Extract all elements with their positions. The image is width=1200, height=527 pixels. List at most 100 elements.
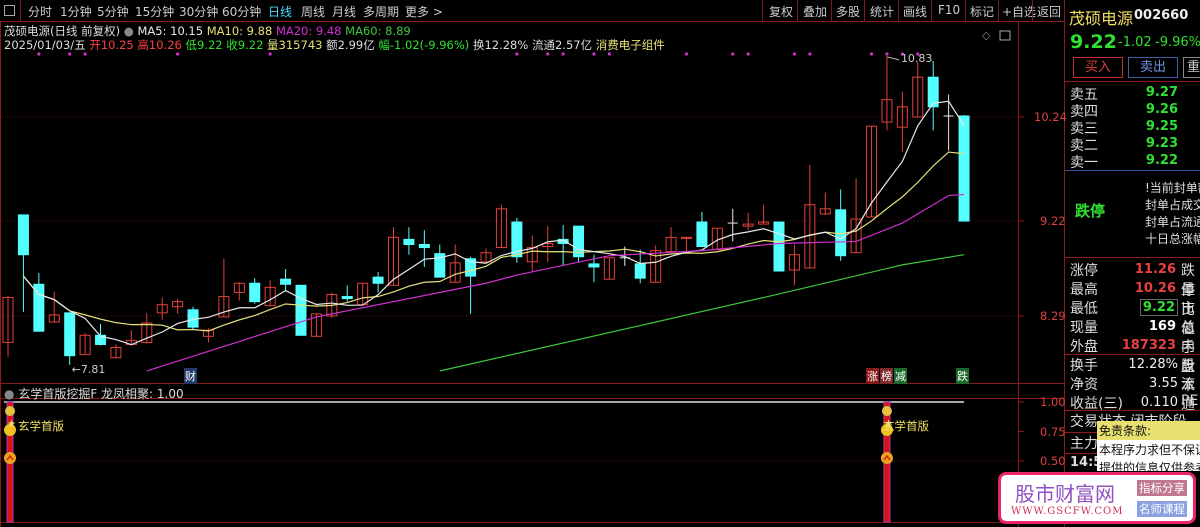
indicator-share-link[interactable]: 指标分享 <box>1137 480 1187 496</box>
price-chart[interactable]: ←7.8110.83★ ★◇ <box>0 0 1065 527</box>
stat-label: 换手 <box>1070 358 1098 374</box>
watermark-name: 股市财富网 <box>1015 482 1115 506</box>
stat-value: 12.28% <box>1128 357 1178 372</box>
limit-down-tag[interactable]: 跌 <box>956 368 969 384</box>
stat-label-right: PE <box>1181 393 1199 409</box>
main-force: 主力 <box>1070 436 1098 452</box>
ask-price[interactable]: 9.27 <box>1095 85 1178 100</box>
signal-dot <box>869 52 874 56</box>
axis-label: 9.22 <box>1040 214 1066 228</box>
ask-price[interactable]: 9.25 <box>1095 119 1178 134</box>
tooltip-line: 本程序力求但不保证 <box>1099 443 1200 457</box>
ask-label: 卖一 <box>1070 155 1098 171</box>
candle-body <box>17 214 29 256</box>
signal-dot <box>515 52 519 56</box>
candle-body <box>64 312 76 357</box>
signal-label: 玄学首版 <box>883 419 929 433</box>
price-change: -1.02 <box>1118 35 1152 50</box>
stat-value: 3.55 <box>1149 376 1178 391</box>
axis-label: 8.29 <box>1040 309 1066 323</box>
up-chevron-icon <box>880 452 893 464</box>
axis-label: 1.00 <box>1040 395 1066 409</box>
signal-dot <box>37 52 41 56</box>
indicator-name[interactable]: 玄学首版挖掘F <box>18 387 97 401</box>
star-icon: ★ <box>7 419 16 430</box>
limit-status: 跌停 <box>1075 202 1106 220</box>
signal-dot <box>268 52 272 56</box>
stock-code: 002660 <box>1134 8 1189 23</box>
watermark-banner[interactable]: 股市财富网 WWW.GSCFW.COM 指标分享 名师课程 <box>998 472 1196 524</box>
ma5-line <box>22 100 965 346</box>
stat-label: 最高 <box>1070 282 1098 298</box>
stat-label: 最低 <box>1070 301 1098 317</box>
tooltip-line: 提供的信息仅供参考 <box>1099 461 1200 471</box>
candle-body <box>418 244 430 249</box>
disclaimer-tooltip: 免责条款: 本程序力求但不保证 提供的信息仅供参考 <box>1097 421 1200 471</box>
collapse-icon[interactable]: ● <box>4 387 14 401</box>
signal-dot <box>68 52 72 56</box>
stat-value: 169 <box>1148 319 1176 334</box>
courses-link[interactable]: 名师课程 <box>1137 501 1187 517</box>
watermark-url: WWW.GSCFW.COM <box>1011 506 1124 517</box>
money-bag-icon <box>881 406 892 416</box>
stat-value: 9.22 <box>1139 299 1178 316</box>
signal-label: 玄学首版 <box>18 419 64 433</box>
ask-price[interactable]: 9.23 <box>1095 136 1178 151</box>
candle-body <box>634 263 646 279</box>
stat-value: 187323 <box>1121 338 1176 353</box>
limit-info-line: 封单占成交 <box>1145 198 1200 212</box>
axis-label: 10.24 <box>1034 110 1067 124</box>
diamond-icon: ◇ <box>982 29 991 42</box>
ask-price[interactable]: 9.22 <box>1095 153 1178 168</box>
tooltip-title: 免责条款: <box>1097 421 1200 440</box>
ma60-line <box>439 254 965 372</box>
reduce-tag[interactable]: 减 <box>894 368 907 384</box>
pct-change: -9.96% <box>1155 35 1200 50</box>
signal-dot <box>176 52 180 56</box>
stat-label: 现量 <box>1070 320 1098 336</box>
stat-value: 11.26 <box>1134 262 1176 277</box>
candle-body <box>696 221 708 248</box>
limit-info-line: !当前封单额 <box>1145 181 1200 195</box>
divider <box>1065 170 1200 171</box>
stat-label: 外盘 <box>1070 339 1098 355</box>
stock-name: 茂硕电源 <box>1069 9 1134 28</box>
sell-button[interactable]: 卖出 <box>1128 57 1178 78</box>
divider <box>1065 257 1200 258</box>
candle-body <box>295 284 307 336</box>
indicator-header: ● 玄学首版挖掘F 龙凤相聚: 1.00 <box>4 385 184 402</box>
ask-price[interactable]: 9.26 <box>1095 102 1178 117</box>
high-label-pointer <box>886 56 900 61</box>
candle-body <box>249 282 261 303</box>
limit-info-line: 封单占流通 <box>1145 215 1200 229</box>
signal-dot <box>592 52 596 56</box>
last-price: 9.22 <box>1070 31 1117 53</box>
limit-up-tag[interactable]: 涨 <box>866 368 879 384</box>
stat-label: 涨停 <box>1070 263 1098 279</box>
signal-dot <box>746 52 750 56</box>
stat-value: 0.110 <box>1140 395 1178 410</box>
candle-body <box>33 283 45 332</box>
signal-dot <box>607 52 611 56</box>
panel-toggle-icon <box>999 30 1011 41</box>
buy-button[interactable]: 买入 <box>1073 57 1123 78</box>
low-price-label: ←7.81 <box>72 363 106 376</box>
ma10-line <box>22 151 965 332</box>
finance-tag[interactable]: 财 <box>184 368 197 384</box>
dragon-list-tag[interactable]: 榜 <box>880 368 893 384</box>
candle-body <box>280 278 292 285</box>
signal-dot <box>808 52 812 56</box>
signal-dot <box>546 52 550 56</box>
signal-dot <box>792 52 797 56</box>
stat-label: 净资 <box>1070 377 1098 393</box>
up-chevron-icon <box>4 452 16 464</box>
axis-label: 0.50 <box>1040 454 1066 468</box>
candle-body <box>958 115 970 222</box>
more-button[interactable]: 重 <box>1183 57 1200 78</box>
candle-body <box>403 238 415 245</box>
limit-info-line: 十日总涨幅 <box>1145 232 1200 246</box>
signal-dot <box>561 52 565 56</box>
signal-dot <box>731 52 735 56</box>
indicator-param: 龙凤相聚: 1.00 <box>101 387 184 401</box>
signal-dot <box>684 52 689 56</box>
